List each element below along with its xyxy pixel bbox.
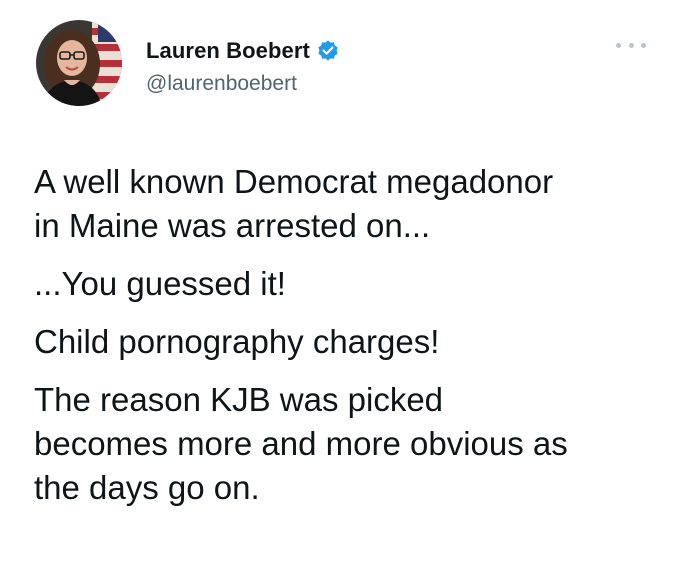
user-name-row[interactable]: Lauren Boebert (146, 36, 340, 66)
more-options-icon[interactable] (616, 37, 646, 53)
tweet-card: Lauren Boebert @laurenboebert A well kno… (0, 0, 680, 584)
avatar-photo (36, 20, 122, 106)
more-dot (616, 42, 621, 48)
tweet-paragraph: The reason KJB was picked becomes more a… (34, 381, 568, 506)
user-handle[interactable]: @laurenboebert (146, 72, 297, 96)
more-dot (628, 42, 634, 48)
tweet-text: A well known Democrat megadonor in Maine… (34, 160, 654, 524)
tweet-paragraph: Child pornography charges! (34, 323, 440, 360)
more-dot (641, 42, 646, 48)
tweet-paragraph: ...You guessed it! (34, 265, 286, 302)
display-name[interactable]: Lauren Boebert (146, 38, 310, 64)
tweet-paragraph: A well known Democrat megadonor in Maine… (34, 163, 554, 244)
verified-badge-icon (316, 39, 340, 63)
avatar[interactable] (36, 20, 122, 106)
